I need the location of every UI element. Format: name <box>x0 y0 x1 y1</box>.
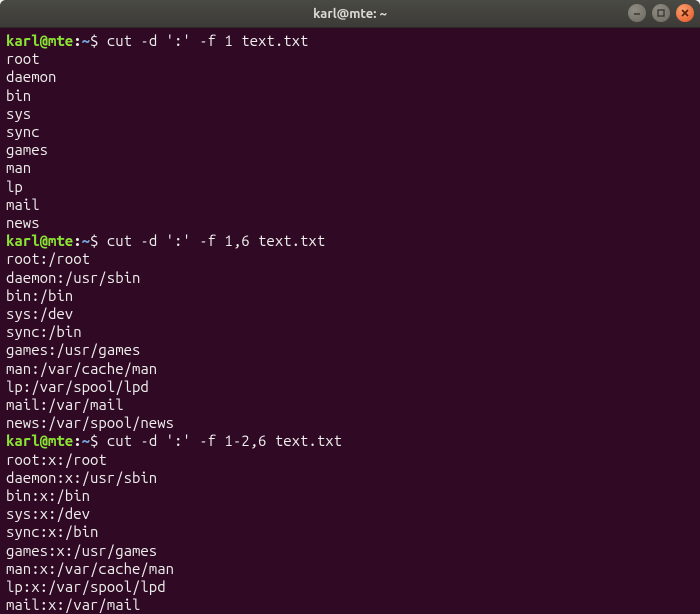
maximize-icon <box>656 8 666 18</box>
terminal-window: karl@mte: ~ karl@mte:~$ cut -d ':' -f 1 … <box>0 0 700 614</box>
output-line: bin:/bin <box>6 287 694 305</box>
output-line: root:/root <box>6 250 694 268</box>
window-title: karl@mte: ~ <box>0 7 700 21</box>
maximize-button[interactable] <box>652 4 670 22</box>
minimize-icon <box>632 8 642 18</box>
output-line: games:/usr/games <box>6 341 694 359</box>
output-line: news:/var/spool/news <box>6 414 694 432</box>
command-text: cut -d ':' -f 1 text.txt <box>107 32 309 49</box>
output-line: lp:/var/spool/lpd <box>6 378 694 396</box>
output-line: games <box>6 141 694 159</box>
output-line: games:x:/usr/games <box>6 542 694 560</box>
prompt-line: karl@mte:~$ cut -d ':' -f 1,6 text.txt <box>6 232 694 250</box>
minimize-button[interactable] <box>628 4 646 22</box>
output-line: daemon <box>6 68 694 86</box>
output-line: mail:x:/var/mail <box>6 596 694 614</box>
output-line: sync:x:/bin <box>6 523 694 541</box>
output-line: sys:x:/dev <box>6 505 694 523</box>
prompt-separator: : <box>73 432 81 449</box>
command-text: cut -d ':' -f 1-2,6 text.txt <box>107 432 342 449</box>
output-line: lp <box>6 178 694 196</box>
output-line: daemon:/usr/sbin <box>6 269 694 287</box>
prompt-path: ~ <box>82 232 90 249</box>
prompt-symbol: $ <box>90 432 107 449</box>
output-line: news <box>6 214 694 232</box>
output-line: root:x:/root <box>6 451 694 469</box>
prompt-userhost: karl@mte <box>6 432 73 449</box>
output-line: man <box>6 159 694 177</box>
command-text: cut -d ':' -f 1,6 text.txt <box>107 232 325 249</box>
output-line: lp:x:/var/spool/lpd <box>6 578 694 596</box>
output-line: bin <box>6 87 694 105</box>
prompt-separator: : <box>73 32 81 49</box>
output-line: sync <box>6 123 694 141</box>
prompt-path: ~ <box>82 432 90 449</box>
output-line: bin:x:/bin <box>6 487 694 505</box>
prompt-symbol: $ <box>90 232 107 249</box>
prompt-line: karl@mte:~$ cut -d ':' -f 1 text.txt <box>6 32 694 50</box>
output-line: mail <box>6 196 694 214</box>
prompt-symbol: $ <box>90 32 107 49</box>
output-line: daemon:x:/usr/sbin <box>6 469 694 487</box>
prompt-separator: : <box>73 232 81 249</box>
titlebar[interactable]: karl@mte: ~ <box>0 0 700 28</box>
prompt-line: karl@mte:~$ cut -d ':' -f 1-2,6 text.txt <box>6 432 694 450</box>
output-line: sys <box>6 105 694 123</box>
output-line: man:/var/cache/man <box>6 360 694 378</box>
output-line: man:x:/var/cache/man <box>6 560 694 578</box>
output-line: sync:/bin <box>6 323 694 341</box>
prompt-userhost: karl@mte <box>6 32 73 49</box>
terminal-body[interactable]: karl@mte:~$ cut -d ':' -f 1 text.txtroot… <box>0 28 700 614</box>
prompt-userhost: karl@mte <box>6 232 73 249</box>
prompt-path: ~ <box>82 32 90 49</box>
output-line: mail:/var/mail <box>6 396 694 414</box>
output-line: sys:/dev <box>6 305 694 323</box>
close-icon <box>680 8 690 18</box>
output-line: root <box>6 50 694 68</box>
window-controls <box>628 4 694 22</box>
close-button[interactable] <box>676 4 694 22</box>
